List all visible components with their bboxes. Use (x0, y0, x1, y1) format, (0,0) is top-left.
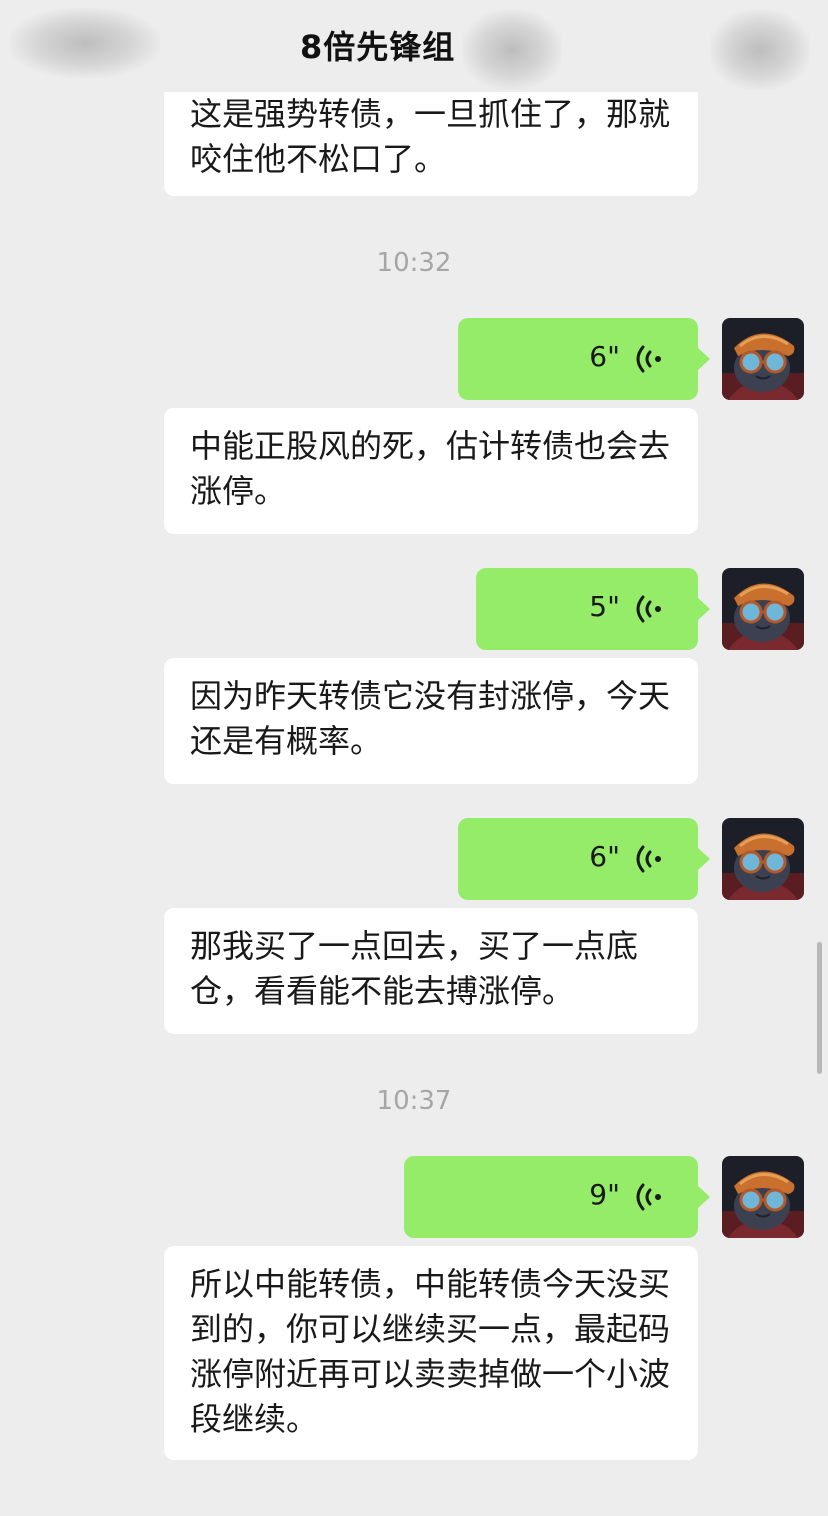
avatar[interactable] (722, 568, 804, 650)
message-text: 那我买了一点回去，买了一点底仓，看看能不能去搏涨停。 (190, 927, 639, 1010)
avatar[interactable] (722, 818, 804, 900)
chat-title: 8倍先锋组 (300, 28, 456, 66)
chat-area[interactable]: 这是强势转债，一旦抓住了，那就咬住他不松口了。 10:32 6" 中能正股风的死… (0, 0, 828, 1516)
voice-duration: 9" (589, 1178, 620, 1211)
message-text: 中能正股风的死，估计转债也会去涨停。 (190, 427, 671, 510)
message-bubble[interactable]: 这是强势转债，一旦抓住了，那就咬住他不松口了。 (164, 86, 698, 196)
voice-wave-icon (636, 594, 666, 624)
voice-wave-icon (636, 344, 666, 374)
voice-message-bubble[interactable]: 5" (476, 568, 710, 650)
chat-header: 8倍先锋组 (0, 0, 828, 92)
message-bubble[interactable]: 所以中能转债，中能转债今天没买到的，你可以继续买一点，最起码涨停附近再可以卖卖掉… (164, 1246, 698, 1460)
message-text: 因为昨天转债它没有封涨停，今天还是有概率。 (190, 677, 671, 760)
voice-duration: 6" (589, 340, 620, 373)
voice-duration: 5" (589, 590, 620, 623)
redaction-smudge (462, 10, 562, 90)
voice-wave-icon (636, 844, 666, 874)
avatar[interactable] (722, 318, 804, 400)
message-bubble[interactable]: 因为昨天转债它没有封涨停，今天还是有概率。 (164, 658, 698, 784)
message-text: 所以中能转债，中能转债今天没买到的，你可以继续买一点，最起码涨停附近再可以卖卖掉… (190, 1265, 671, 1438)
voice-message-bubble[interactable]: 9" (404, 1156, 710, 1238)
redaction-smudge (710, 10, 810, 90)
voice-message-bubble[interactable]: 6" (458, 818, 710, 900)
voice-message-bubble[interactable]: 6" (458, 318, 710, 400)
message-bubble[interactable]: 中能正股风的死，估计转债也会去涨停。 (164, 408, 698, 534)
timestamp: 10:37 (376, 1086, 452, 1116)
voice-wave-icon (636, 1182, 666, 1212)
message-bubble[interactable]: 那我买了一点回去，买了一点底仓，看看能不能去搏涨停。 (164, 908, 698, 1034)
scrollbar[interactable] (817, 942, 822, 1074)
timestamp: 10:32 (376, 248, 452, 278)
message-text: 这是强势转债，一旦抓住了，那就咬住他不松口了。 (190, 95, 671, 178)
voice-duration: 6" (589, 840, 620, 873)
avatar[interactable] (722, 1156, 804, 1238)
redaction-smudge (10, 8, 160, 78)
